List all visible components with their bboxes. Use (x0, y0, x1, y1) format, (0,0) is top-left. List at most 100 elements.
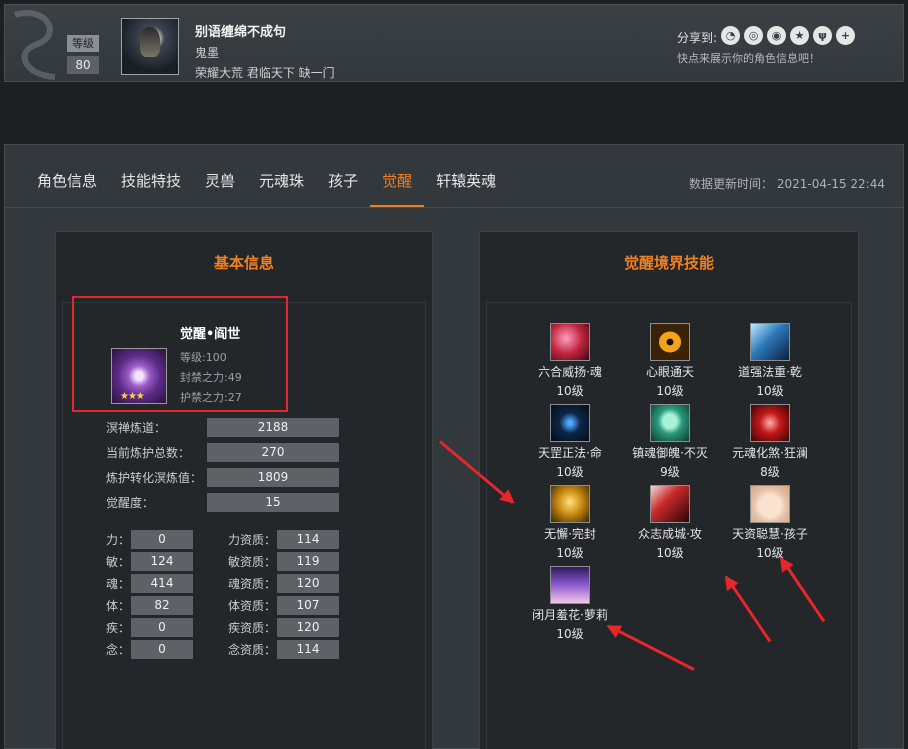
skill-item[interactable]: 道强法重·乾 10级 (720, 323, 820, 399)
skill-item[interactable]: 六合威扬·魂 10级 (520, 323, 620, 399)
tab-character-info[interactable]: 角色信息 (25, 163, 109, 207)
skill-name: 六合威扬·魂 (538, 365, 602, 379)
tab-soul-beads[interactable]: 元魂珠 (247, 163, 316, 207)
skill-name: 闭月羞花·萝莉 (532, 608, 608, 622)
character-name: 别语缠绵不成句 (195, 25, 287, 40)
update-time: 数据更新时间： 2021-04-15 22:44 (689, 177, 885, 191)
qq-icon[interactable]: ◎ (744, 26, 763, 45)
awaken-skills-card: 觉醒境界技能 六合威扬·魂 10级 心眼通天 10级 道强法重·乾 10级 天罡… (479, 231, 859, 749)
share-hint: 快点来展示你的角色信息吧！ (677, 52, 820, 65)
wechat-icon[interactable]: ◔ (721, 26, 740, 45)
tab-awakening[interactable]: 觉醒 (370, 163, 425, 207)
attack-skill-icon (650, 485, 690, 523)
attr-value: 82 (131, 596, 193, 615)
ghost-face-skill-icon (650, 404, 690, 442)
baby-skill-icon (750, 485, 790, 523)
attr-value: 0 (131, 640, 193, 659)
skill-name: 心眼通天 (645, 365, 694, 379)
awaken-name: 觉醒•阎世 (180, 327, 241, 342)
skill-item[interactable]: 镇魂御魄·不灭 9级 (620, 404, 720, 480)
skill-name: 天罡正法·命 (538, 446, 602, 460)
awaken-level: 等级:100 (180, 351, 227, 364)
skill-level: 10级 (656, 384, 684, 398)
attr-label: 念： (106, 643, 131, 657)
aptitude-label: 敏资质： (228, 555, 277, 569)
tencent-weibo-icon[interactable]: ψ (813, 26, 832, 45)
aptitude-value: 114 (277, 640, 339, 659)
attr-value: 124 (131, 552, 193, 571)
soul-skill-icon (550, 323, 590, 361)
awaken-skill-icon[interactable]: ★★★ (111, 348, 167, 404)
skill-name: 众志成城·攻 (638, 527, 702, 541)
character-school: 鬼墨 (195, 46, 220, 60)
aptitude-label: 疾资质： (228, 621, 277, 635)
loli-skill-icon (550, 566, 590, 604)
skill-level: 8级 (760, 465, 780, 479)
skill-name: 道强法重·乾 (738, 365, 802, 379)
qzone-icon[interactable]: ★ (790, 26, 809, 45)
stat-value: 1809 (207, 468, 339, 487)
aptitude-label: 体资质： (228, 599, 277, 613)
tab-children[interactable]: 孩子 (316, 163, 370, 207)
skill-level: 10级 (756, 384, 784, 398)
tab-xuanyuan-soul[interactable]: 轩辕英魂 (424, 163, 508, 207)
basic-info-title: 基本信息 (213, 254, 274, 272)
eye-skill-icon (650, 323, 690, 361)
skill-level: 10级 (556, 384, 584, 398)
aptitude-value: 114 (277, 530, 339, 549)
level-value: 80 (67, 56, 99, 74)
skill-item[interactable]: 元魂化煞·狂澜 8级 (720, 404, 820, 480)
attr-value: 414 (131, 574, 193, 593)
skill-level: 10级 (756, 546, 784, 560)
more-icon[interactable]: + (836, 26, 855, 45)
awaken-skills-title: 觉醒境界技能 (623, 254, 714, 272)
profile-header: 等级 80 别语缠绵不成句 鬼墨 荣耀大荒 君临天下 缺一门 分享到: ◔ ◎ … (4, 4, 904, 82)
tab-bar: 角色信息 技能特技 灵兽 元魂珠 孩子 觉醒 轩辕英魂 (25, 163, 508, 207)
share-icons: ◔ ◎ ◉ ★ ψ + (721, 26, 855, 45)
skill-name: 镇魂御魄·不灭 (632, 446, 708, 460)
skill-name: 天资聪慧·孩子 (732, 527, 808, 541)
attr-label: 敏： (106, 555, 131, 569)
skill-name: 元魂化煞·狂澜 (732, 446, 808, 460)
skill-level: 9级 (660, 465, 680, 479)
aptitude-value: 120 (277, 618, 339, 637)
attr-value: 0 (131, 530, 193, 549)
attr-label: 魂： (106, 577, 131, 591)
awaken-guard-power: 护禁之力:27 (180, 391, 242, 404)
stat-value: 270 (207, 443, 339, 462)
skill-level: 10级 (556, 546, 584, 560)
basic-info-card: 基本信息 ★★★ 觉醒•阎世 等级:100 封禁之力:49 护禁之力:27 溟禅… (55, 231, 433, 749)
skill-item[interactable]: 心眼通天 10级 (620, 323, 720, 399)
demon-mask-skill-icon (750, 404, 790, 442)
skill-item[interactable]: 天资聪慧·孩子 10级 (720, 485, 820, 561)
stat-label: 炼护转化溟炼值： (106, 471, 203, 485)
qian-skill-icon (750, 323, 790, 361)
stat-value: 2188 (207, 418, 339, 437)
level-label: 等级 (67, 35, 99, 52)
tab-skills[interactable]: 技能特技 (109, 163, 193, 207)
star-rating-icon: ★★★ (120, 391, 145, 402)
skill-item[interactable]: 无懈·完封 10级 (520, 485, 620, 561)
character-avatar[interactable] (121, 18, 179, 75)
stat-label: 当前炼护总数： (106, 446, 191, 460)
weibo-icon[interactable]: ◉ (767, 26, 786, 45)
awaken-highlight-box: ★★★ 觉醒•阎世 等级:100 封禁之力:49 护禁之力:27 (72, 296, 288, 412)
aptitude-value: 107 (277, 596, 339, 615)
main-panel: 角色信息 技能特技 灵兽 元魂珠 孩子 觉醒 轩辕英魂 数据更新时间： 2021… (4, 144, 904, 749)
stat-label: 溟禅炼道： (106, 421, 167, 435)
aptitude-label: 力资质： (228, 533, 277, 547)
skill-item[interactable]: 众志成城·攻 10级 (620, 485, 720, 561)
awaken-seal-power: 封禁之力:49 (180, 371, 242, 384)
shield-skill-icon (550, 485, 590, 523)
aptitude-label: 魂资质： (228, 577, 277, 591)
attr-value: 0 (131, 618, 193, 637)
share-label: 分享到: (677, 31, 718, 45)
stat-value: 15 (207, 493, 339, 512)
skill-item[interactable]: 天罡正法·命 10级 (520, 404, 620, 480)
character-server: 荣耀大荒 君临天下 缺一门 (195, 66, 335, 80)
tab-divider (5, 207, 903, 208)
constellation-skill-icon (550, 404, 590, 442)
aptitude-value: 119 (277, 552, 339, 571)
tab-pets[interactable]: 灵兽 (193, 163, 247, 207)
attr-label: 体： (106, 599, 131, 613)
